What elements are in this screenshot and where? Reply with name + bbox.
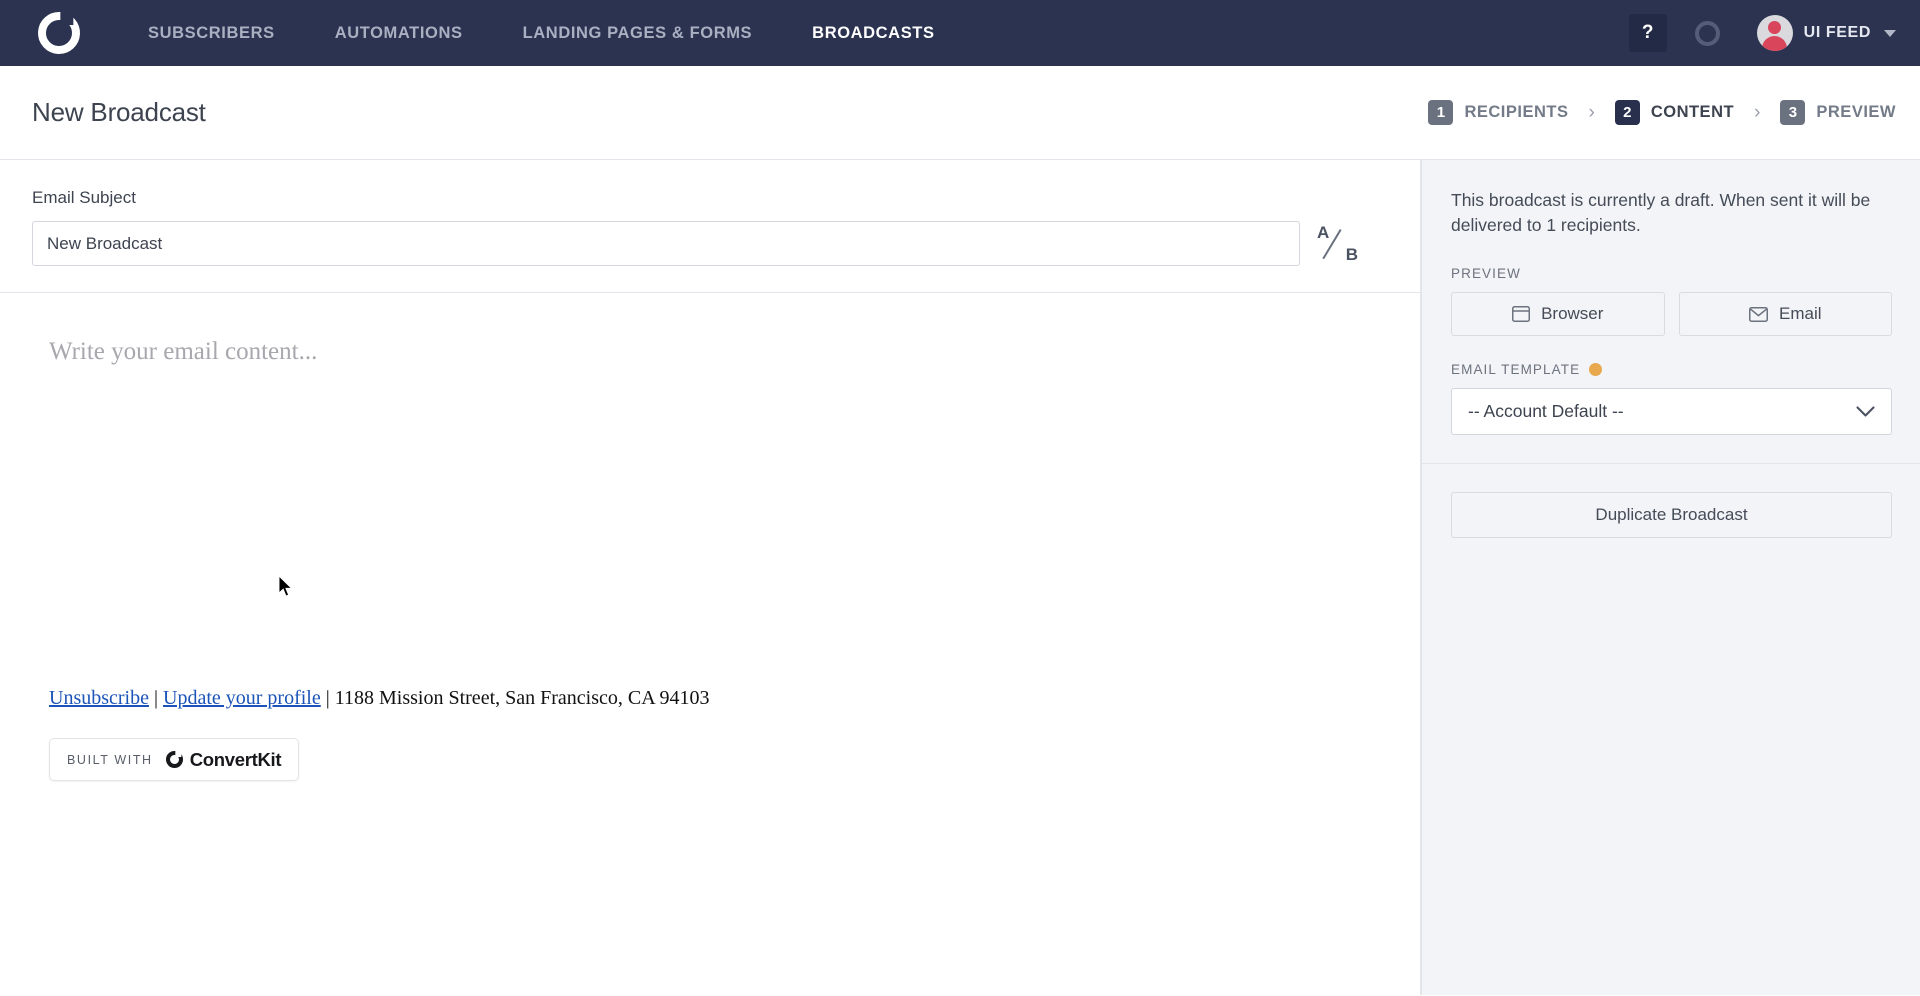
mouse-cursor [279, 576, 293, 597]
preview-browser-button[interactable]: Browser [1451, 292, 1665, 337]
notifications-ring-icon[interactable] [1689, 14, 1727, 52]
chevron-down-icon [1856, 405, 1875, 417]
step-preview[interactable]: 3 PREVIEW [1780, 100, 1896, 125]
email-template-selected-value: -- Account Default -- [1468, 401, 1624, 422]
step-separator-1: › [1588, 101, 1595, 123]
avatar [1756, 15, 1793, 51]
step-indicator: 1 RECIPIENTS › 2 CONTENT › 3 PREVIEW [1428, 100, 1896, 125]
main-content-area: Email Subject A B Write your email conte… [0, 160, 1920, 995]
ab-test-toggle-icon[interactable]: A B [1316, 223, 1360, 265]
step-badge-3: 3 [1780, 100, 1806, 125]
nav-link-landing-pages-and-forms[interactable]: LANDING PAGES & FORMS [493, 24, 783, 43]
nav-right-cluster: ? UI FEED [1628, 0, 1896, 66]
broadcast-settings-sidebar: This broadcast is currently a draft. Whe… [1421, 160, 1920, 995]
step-separator-2: › [1754, 101, 1761, 123]
preview-caption-label: PREVIEW [1451, 266, 1521, 282]
step-label-content: CONTENT [1650, 103, 1735, 121]
browser-window-icon [1512, 306, 1531, 323]
ab-icon-letter-b: B [1345, 244, 1358, 264]
step-label-preview: PREVIEW [1816, 103, 1896, 121]
email-content-canvas[interactable]: Write your email content... Unsubscribe … [0, 293, 1420, 996]
convertkit-ring-icon [29, 3, 89, 63]
user-menu[interactable]: UI FEED [1756, 15, 1896, 51]
footer-separator-1: | [148, 687, 163, 709]
email-template-caption-label: EMAIL TEMPLATE [1451, 362, 1581, 378]
sidebar-preview-section: This broadcast is currently a draft. Whe… [1422, 160, 1920, 465]
ab-icon-letter-a: A [1317, 222, 1330, 242]
template-status-dot-icon [1589, 363, 1603, 377]
preview-section-caption: PREVIEW [1451, 266, 1892, 281]
built-with-convertkit-badge[interactable]: BUILT WITH ConvertKit [49, 738, 300, 781]
broadcast-status-text: This broadcast is currently a draft. Whe… [1451, 190, 1871, 236]
step-label-recipients: RECIPIENTS [1464, 103, 1569, 121]
convertkit-brand-label: ConvertKit [189, 748, 282, 770]
convertkit-logo[interactable] [0, 3, 118, 63]
duplicate-broadcast-button[interactable]: Duplicate Broadcast [1451, 492, 1892, 539]
preview-email-label: Email [1778, 304, 1822, 324]
email-content-placeholder: Write your email content... [49, 338, 318, 365]
help-button[interactable]: ? [1628, 14, 1667, 52]
preview-email-button[interactable]: Email [1678, 292, 1892, 337]
email-subject-block: Email Subject A B [0, 160, 1420, 293]
nav-link-subscribers[interactable]: SUBSCRIBERS [118, 24, 305, 43]
email-footer: Unsubscribe | Update your profile | 1188… [49, 687, 710, 710]
update-profile-link[interactable]: Update your profile [163, 687, 321, 709]
page-title: New Broadcast [32, 97, 206, 127]
footer-address: 1188 Mission Street, San Francisco, CA 9… [334, 687, 710, 709]
nav-link-broadcasts[interactable]: BROADCASTS [782, 24, 964, 43]
footer-separator-2: | [320, 687, 335, 709]
primary-nav-links: SUBSCRIBERS AUTOMATIONS LANDING PAGES & … [118, 24, 965, 43]
step-content[interactable]: 2 CONTENT [1614, 100, 1735, 125]
step-badge-2: 2 [1614, 100, 1640, 125]
email-template-block: EMAIL TEMPLATE -- Account Default -- [1451, 362, 1892, 436]
email-subject-input[interactable] [32, 221, 1300, 266]
email-editor-column: Email Subject A B Write your email conte… [0, 160, 1421, 995]
top-navigation-bar: SUBSCRIBERS AUTOMATIONS LANDING PAGES & … [0, 0, 1920, 66]
email-template-caption: EMAIL TEMPLATE [1451, 362, 1892, 377]
nav-link-automations[interactable]: AUTOMATIONS [305, 24, 493, 43]
unsubscribe-link[interactable]: Unsubscribe [49, 687, 149, 709]
page-subheader: New Broadcast 1 RECIPIENTS › 2 CONTENT ›… [0, 66, 1920, 160]
email-subject-label: Email Subject [32, 188, 136, 207]
chevron-down-icon [1884, 29, 1896, 37]
user-name-label: UI FEED [1803, 24, 1871, 41]
envelope-icon [1748, 306, 1768, 322]
preview-buttons-group: Browser Email [1451, 292, 1892, 337]
convertkit-ring-icon-small [162, 747, 187, 772]
sidebar-actions-section: Duplicate Broadcast [1422, 464, 1920, 539]
step-badge-1: 1 [1428, 100, 1454, 125]
step-recipients[interactable]: 1 RECIPIENTS [1428, 100, 1568, 125]
preview-browser-label: Browser [1541, 304, 1604, 324]
email-template-select[interactable]: -- Account Default -- [1451, 388, 1892, 436]
built-with-label: BUILT WITH [67, 752, 153, 767]
